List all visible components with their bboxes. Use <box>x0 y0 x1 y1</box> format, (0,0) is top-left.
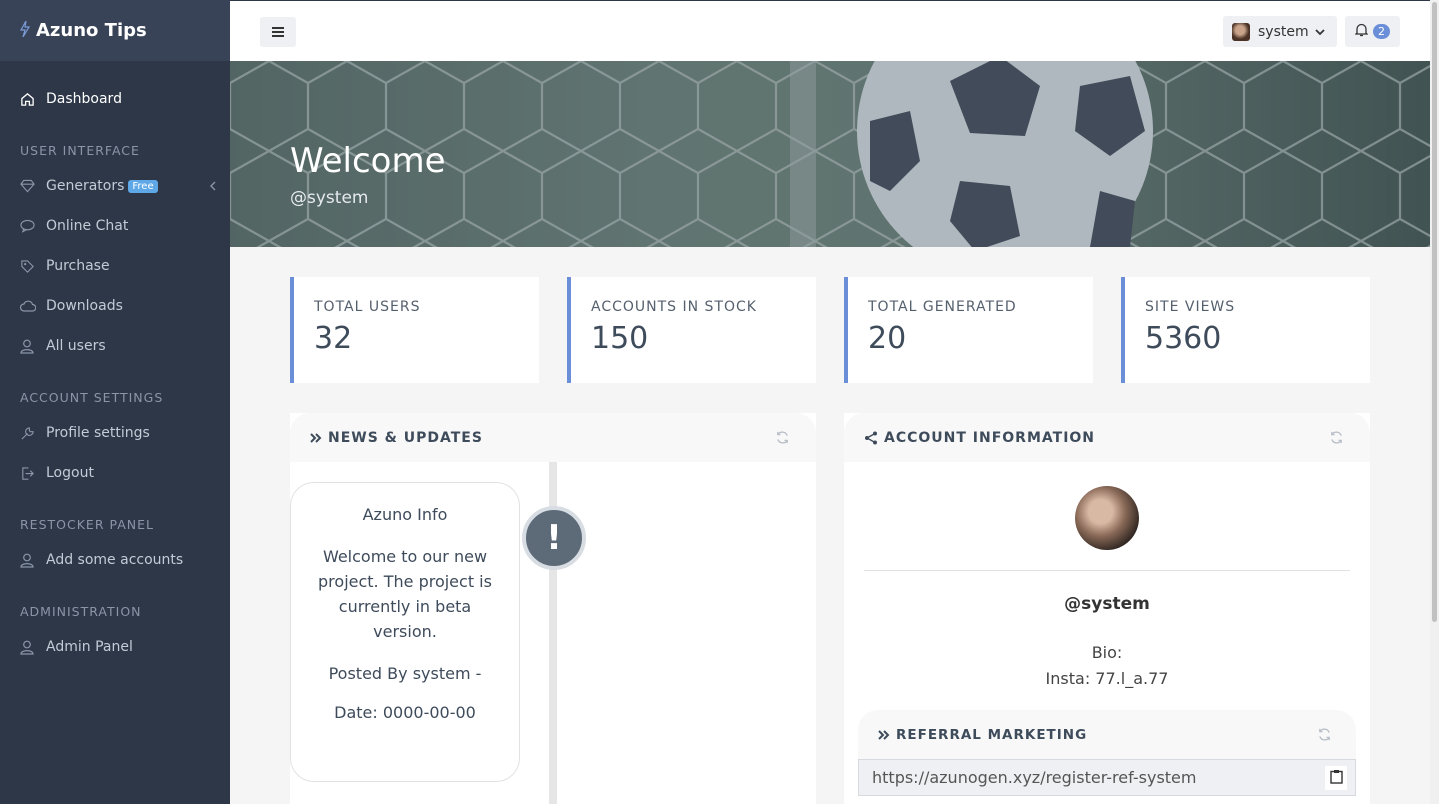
news-card-posted-by: Posted By system - <box>328 664 482 683</box>
news-panel: NEWS & UPDATES Azuno Info Welcome to our… <box>290 413 816 804</box>
sidebar-item-label: Online Chat <box>46 218 129 234</box>
bolt-icon <box>19 20 31 41</box>
referral-panel-header: REFERRAL MARKETING <box>858 710 1356 759</box>
user-icon <box>20 339 46 354</box>
account-name: @system <box>1064 594 1150 614</box>
refresh-icon[interactable] <box>775 430 790 449</box>
hero-banner: Welcome @system <box>230 61 1430 247</box>
chevron-left-icon <box>210 179 216 195</box>
page-scrollbar[interactable] <box>1430 0 1439 804</box>
sidebar-item-label: Generators <box>46 178 125 194</box>
hero-title: Welcome <box>290 141 446 181</box>
nav-heading-restocker-panel: RESTOCKER PANEL <box>20 517 154 532</box>
sidebar-item-label: Logout <box>46 465 94 481</box>
sidebar-item-label: Purchase <box>46 258 110 274</box>
refresh-icon[interactable] <box>1329 430 1344 449</box>
sidebar-item-admin-panel[interactable]: Admin Panel <box>0 627 230 667</box>
sidebar-item-downloads[interactable]: Downloads <box>0 286 230 326</box>
sidebar-item-logout[interactable]: Logout <box>0 453 230 493</box>
sidebar-nav: Dashboard USER INTERFACE Generators Free… <box>0 61 230 667</box>
stat-value: 20 <box>868 321 907 356</box>
brand[interactable]: Azuno Tips <box>0 0 230 61</box>
diamond-icon <box>20 179 46 193</box>
news-card-title: Azuno Info <box>362 505 448 524</box>
nav-heading-user-interface: USER INTERFACE <box>20 143 140 158</box>
sidebar-item-label: Add some accounts <box>46 552 184 568</box>
news-panel-title: NEWS & UPDATES <box>328 429 483 446</box>
sidebar-item-label: Profile settings <box>46 425 150 441</box>
user-menu-button[interactable]: system <box>1223 16 1337 47</box>
double-chevron-right-icon <box>310 432 322 443</box>
news-card-date: Date: 0000-00-00 <box>334 703 476 722</box>
sidebar-item-label: Admin Panel <box>46 639 133 655</box>
share-icon <box>864 431 878 445</box>
stat-label: SITE VIEWS <box>1145 299 1236 315</box>
sidebar-item-label: Downloads <box>46 298 123 314</box>
nav-heading-administration: ADMINISTRATION <box>20 604 142 619</box>
stat-card-total-users: TOTAL USERS 32 <box>290 277 539 383</box>
sidebar-item-label: Dashboard <box>46 91 122 107</box>
sidebar: Azuno Tips Dashboard USER INTERFACE Gene… <box>0 0 230 804</box>
cloud-icon <box>20 300 46 312</box>
notifications-button[interactable]: 2 <box>1345 16 1400 47</box>
account-panel-header: ACCOUNT INFORMATION <box>844 413 1370 462</box>
news-card-text: Welcome to our new project. The project … <box>318 547 492 641</box>
referral-link-field[interactable]: https://azunogen.xyz/register-ref-system <box>858 759 1356 796</box>
scrollbar-thumb[interactable] <box>1432 2 1437 622</box>
stat-card-accounts-in-stock: ACCOUNTS IN STOCK 150 <box>567 277 816 383</box>
free-badge: Free <box>128 179 158 193</box>
chevron-down-icon <box>1314 24 1325 40</box>
referral-panel: REFERRAL MARKETING https://azunogen.xyz/… <box>858 710 1356 804</box>
copy-button[interactable] <box>1325 766 1347 790</box>
clipboard-icon <box>1329 769 1343 788</box>
account-bio: Bio: Insta: 77.l_a.77 <box>844 640 1370 692</box>
wrench-icon <box>20 426 46 441</box>
news-panel-header: NEWS & UPDATES <box>290 413 816 462</box>
sidebar-item-all-users[interactable]: All users <box>0 326 230 366</box>
bell-icon <box>1354 22 1369 41</box>
stat-label: TOTAL GENERATED <box>868 299 1017 315</box>
stat-label: ACCOUNTS IN STOCK <box>591 299 757 315</box>
news-card: Azuno Info Welcome to our new project. T… <box>290 482 520 782</box>
bio-text: Insta: 77.l_a.77 <box>1045 669 1169 688</box>
home-icon <box>20 92 46 107</box>
exclamation-icon: ! <box>522 506 586 570</box>
sidebar-item-generators[interactable]: Generators Free <box>0 166 230 206</box>
sidebar-item-online-chat[interactable]: Online Chat <box>0 206 230 246</box>
stat-value: 5360 <box>1145 321 1222 356</box>
sidebar-item-dashboard[interactable]: Dashboard <box>0 79 230 119</box>
referral-panel-title: REFERRAL MARKETING <box>896 726 1088 743</box>
hero-subtitle: @system <box>290 188 369 208</box>
menu-toggle-button[interactable] <box>260 17 296 47</box>
referral-link-text: https://azunogen.xyz/register-ref-system <box>872 768 1197 787</box>
account-panel: ACCOUNT INFORMATION @system Bio: Insta: … <box>844 413 1370 804</box>
nav-heading-account-settings: ACCOUNT SETTINGS <box>20 390 164 405</box>
hamburger-icon <box>271 23 285 42</box>
sidebar-item-profile-settings[interactable]: Profile settings <box>0 413 230 453</box>
notification-count-badge: 2 <box>1373 24 1390 39</box>
stat-value: 32 <box>314 321 353 356</box>
avatar <box>1075 486 1139 550</box>
double-chevron-right-icon <box>878 729 890 740</box>
sidebar-item-label: All users <box>46 338 106 354</box>
topbar: system 2 <box>230 0 1430 61</box>
stat-label: TOTAL USERS <box>314 299 421 315</box>
refresh-icon[interactable] <box>1317 727 1332 746</box>
brand-name: Azuno Tips <box>36 20 147 41</box>
divider <box>864 570 1350 571</box>
stat-card-total-generated: TOTAL GENERATED 20 <box>844 277 1093 383</box>
user-icon <box>20 553 46 568</box>
stat-card-site-views: SITE VIEWS 5360 <box>1121 277 1370 383</box>
user-icon <box>20 640 46 655</box>
tag-icon <box>20 259 46 274</box>
chat-icon <box>20 219 46 233</box>
stat-value: 150 <box>591 321 649 356</box>
bio-label: Bio: <box>1091 643 1123 662</box>
avatar <box>1232 22 1250 41</box>
username: system <box>1258 23 1309 40</box>
sidebar-item-purchase[interactable]: Purchase <box>0 246 230 286</box>
sidebar-item-add-accounts[interactable]: Add some accounts <box>0 540 230 580</box>
account-panel-title: ACCOUNT INFORMATION <box>884 429 1096 446</box>
logout-icon <box>20 466 46 481</box>
